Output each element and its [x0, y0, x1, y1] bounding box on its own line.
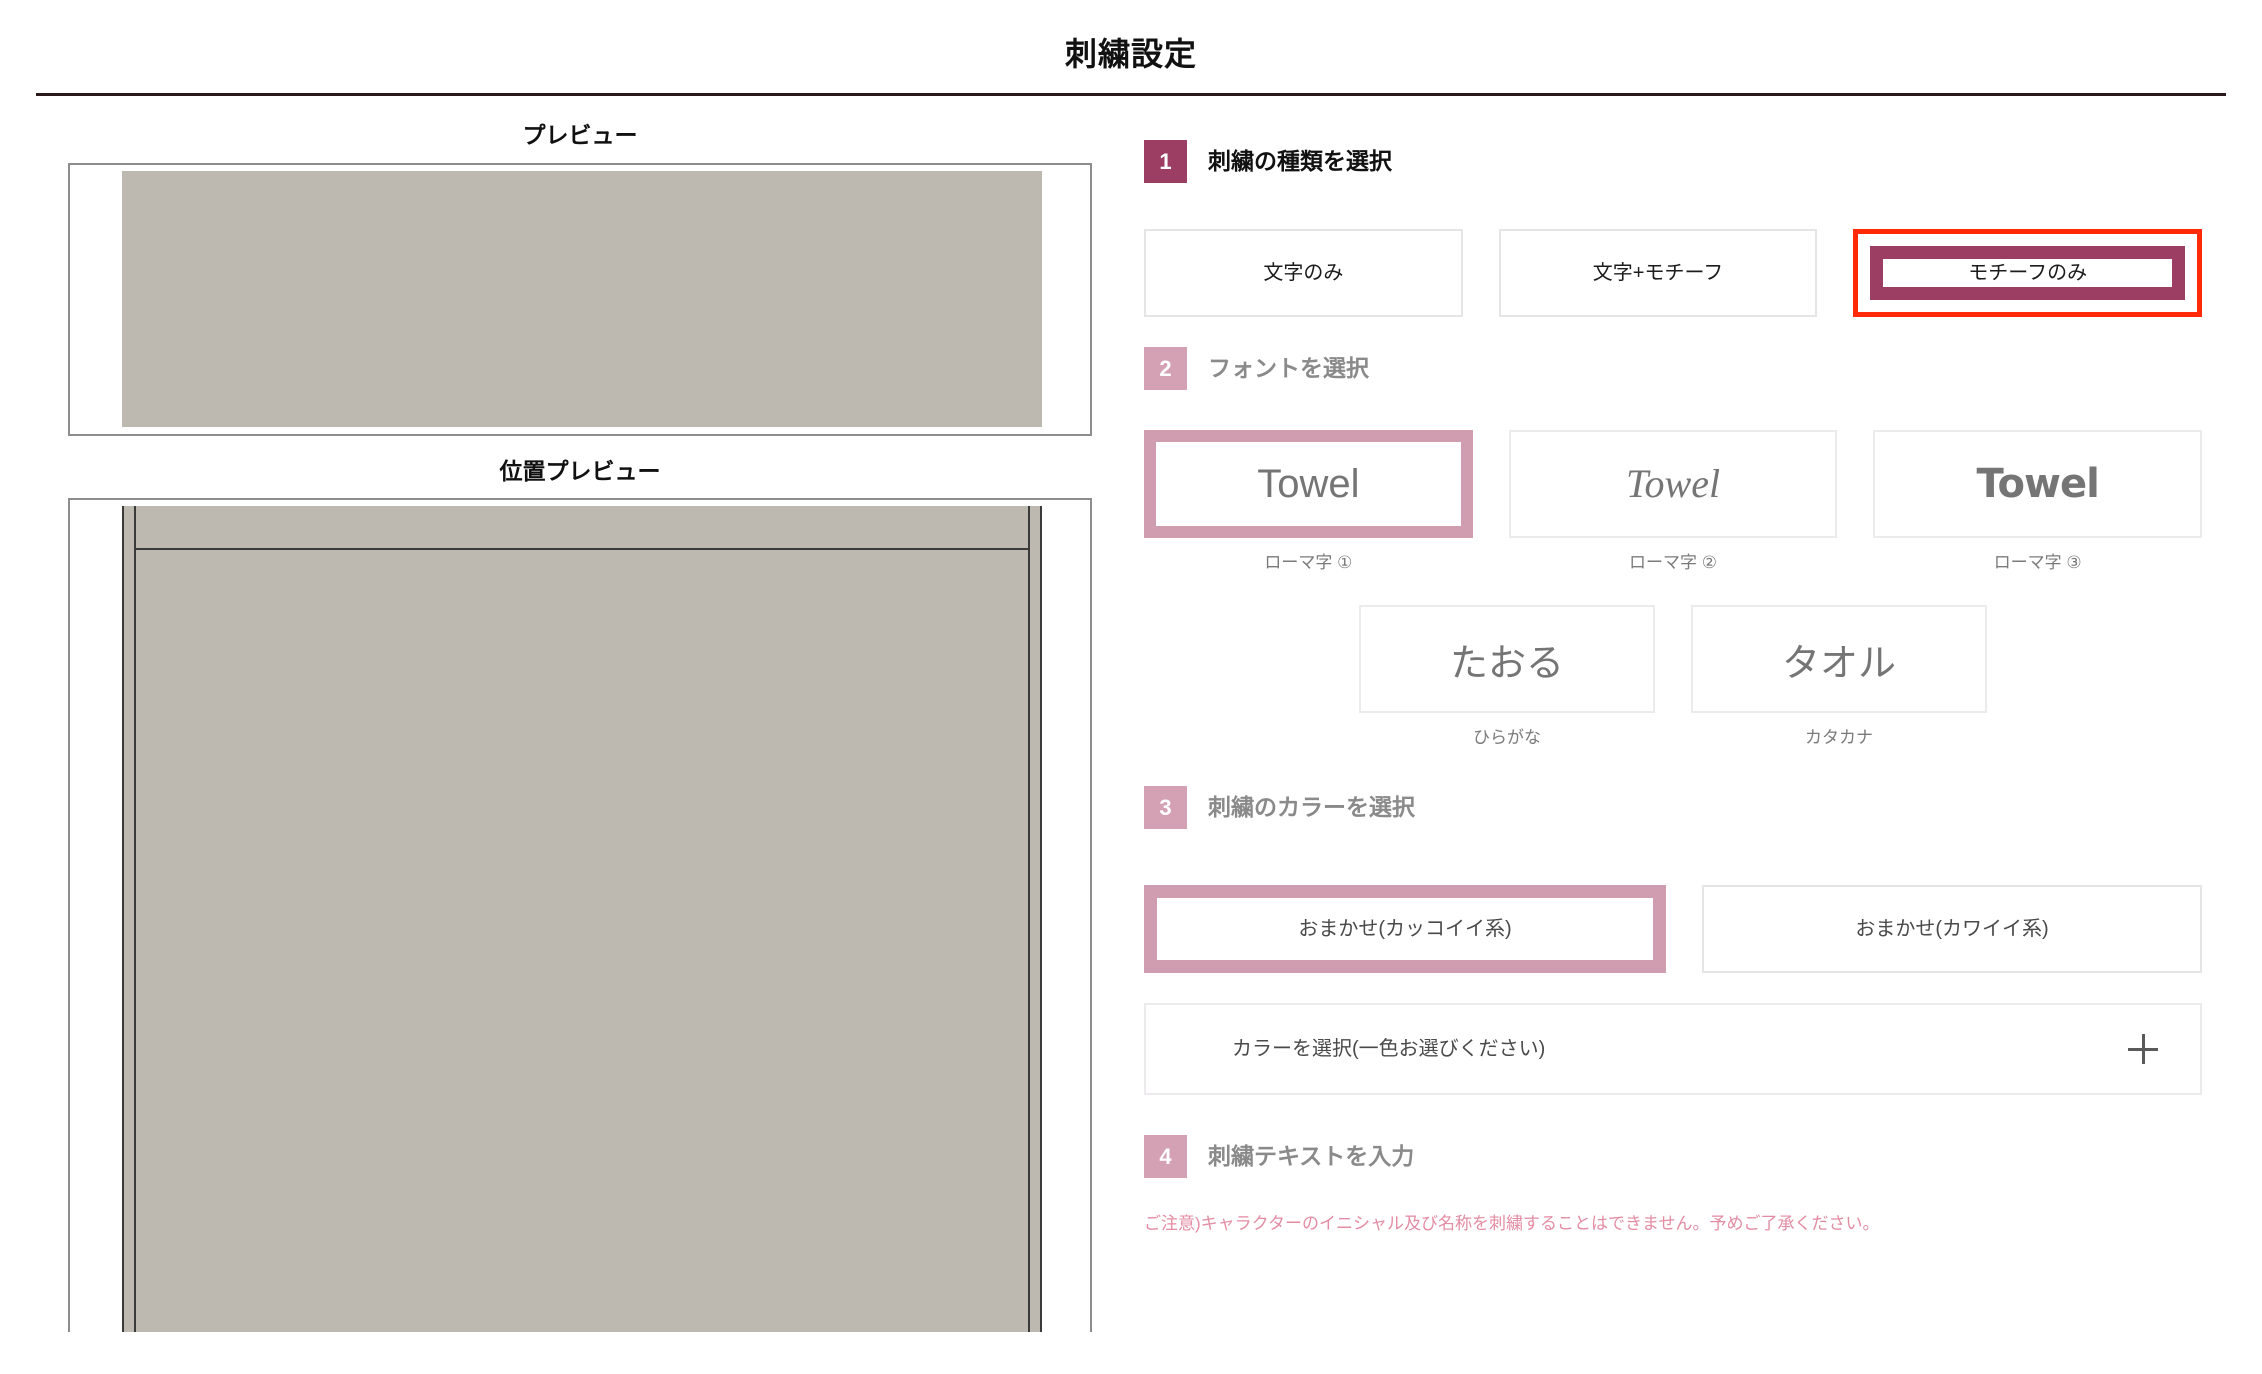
step-3-badge: 3 [1144, 786, 1187, 829]
font-card-romaji-3[interactable]: Towel [1873, 430, 2203, 538]
font-card-hiragana[interactable]: たおる [1359, 605, 1655, 713]
embroidery-text-notice: ご注意)キャラクターのイニシャル及び名称を刺繍することはできません。予めご了承く… [1144, 1214, 1880, 1233]
font-option-romaji-3: Towel ローマ字 ③ [1873, 430, 2203, 572]
color-preset-options: おまかせ(カッコイイ系) おまかせ(カワイイ系) [1144, 885, 2202, 973]
color-picker-accordion[interactable]: カラーを選択(一色お選びください) [1144, 1003, 2202, 1095]
color-preset-cute[interactable]: おまかせ(カワイイ系) [1702, 885, 2202, 973]
step-1-badge: 1 [1144, 140, 1187, 183]
type-option-text-motif[interactable]: 文字+モチーフ [1498, 229, 1818, 317]
position-preview-box [68, 498, 1092, 1333]
plus-icon[interactable] [2128, 1034, 2158, 1064]
font-option-hiragana: たおる ひらがな [1359, 605, 1655, 746]
font-option-romaji-1: Towel ローマ字 ① [1144, 430, 1473, 571]
color-preset-cool[interactable]: おまかせ(カッコイイ系) [1144, 885, 1666, 973]
towel-edge-right [1028, 506, 1030, 1333]
font-sample-katakana: タオル [1781, 640, 1896, 685]
step-2-label: フォントを選択 [1208, 355, 1369, 381]
font-sample-hiragana: たおる [1449, 640, 1564, 685]
preview-swatch [122, 170, 1042, 427]
font-card-romaji-1[interactable]: Towel [1144, 430, 1473, 538]
font-option-katakana: タオル カタカナ [1691, 605, 1987, 746]
type-option-motif-only[interactable]: モチーフのみ [1870, 246, 2186, 300]
font-sample-romaji-3: Towel [1976, 461, 2100, 507]
towel-edge-left [134, 506, 136, 1333]
step-4-header: 4 刺繍テキストを入力 [1144, 1135, 2202, 1178]
position-preview-caption: 位置プレビュー [499, 457, 661, 484]
font-caption-katakana: カタカナ [1805, 728, 1873, 747]
font-caption-hiragana: ひらがな [1473, 728, 1541, 747]
step-4-label: 刺繍テキストを入力 [1208, 1143, 1415, 1169]
embroidery-type-options: 文字のみ 文字+モチーフ モチーフのみ [1144, 229, 2203, 317]
main-layout: プレビュー 位置プレビュー 1 刺繍の種類を選択 文字のみ 文字+モチーフ モチ… [0, 100, 2262, 1374]
page-title: 刺繍設定 [1064, 36, 1197, 72]
settings-column: 1 刺繍の種類を選択 文字のみ 文字+モチーフ モチーフのみ 2 フォントを選択… [1120, 100, 2262, 1236]
color-picker-label: カラーを選択(一色お選びください) [1232, 1038, 1546, 1060]
step-2-header: 2 フォントを選択 [1144, 347, 2202, 390]
preview-column: プレビュー 位置プレビュー [0, 100, 1120, 1333]
embroidery-preview-box [68, 162, 1092, 436]
preview-caption: プレビュー [522, 122, 638, 148]
font-sample-romaji-1: Towel [1257, 462, 1360, 506]
step-3-header: 3 刺繍のカラーを選択 [1144, 786, 2202, 829]
step-1-label: 刺繍の種類を選択 [1208, 148, 1392, 174]
font-card-romaji-2[interactable]: Towel [1508, 430, 1838, 538]
font-caption-romaji-3: ローマ字 ③ [1993, 553, 2082, 572]
font-option-romaji-2: Towel ローマ字 ② [1508, 430, 1838, 572]
step-3-label: 刺繍のカラーを選択 [1208, 794, 1415, 820]
font-card-katakana[interactable]: タオル [1691, 605, 1987, 713]
step-2-badge: 2 [1144, 347, 1187, 390]
font-caption-romaji-2: ローマ字 ② [1629, 553, 1717, 572]
type-option-text-only[interactable]: 文字のみ [1144, 229, 1463, 317]
font-options-kana: たおる ひらがな タオル カタカナ [1144, 605, 2202, 746]
font-sample-romaji-2: Towel [1625, 461, 1721, 506]
type-option-motif-only-focus-ring: モチーフのみ [1853, 229, 2203, 317]
step-1-header: 1 刺繍の種類を選択 [1144, 140, 2202, 183]
step-4-badge: 4 [1144, 1135, 1187, 1178]
page-header: 刺繍設定 [0, 0, 2262, 100]
header-divider [36, 93, 2226, 96]
font-caption-romaji-1: ローマ字 ① [1264, 553, 1353, 572]
towel-illustration [122, 506, 1042, 1333]
font-options-romaji: Towel ローマ字 ① Towel ローマ字 ② Towel ローマ字 ③ [1144, 430, 2203, 572]
towel-border-band [136, 506, 1028, 551]
